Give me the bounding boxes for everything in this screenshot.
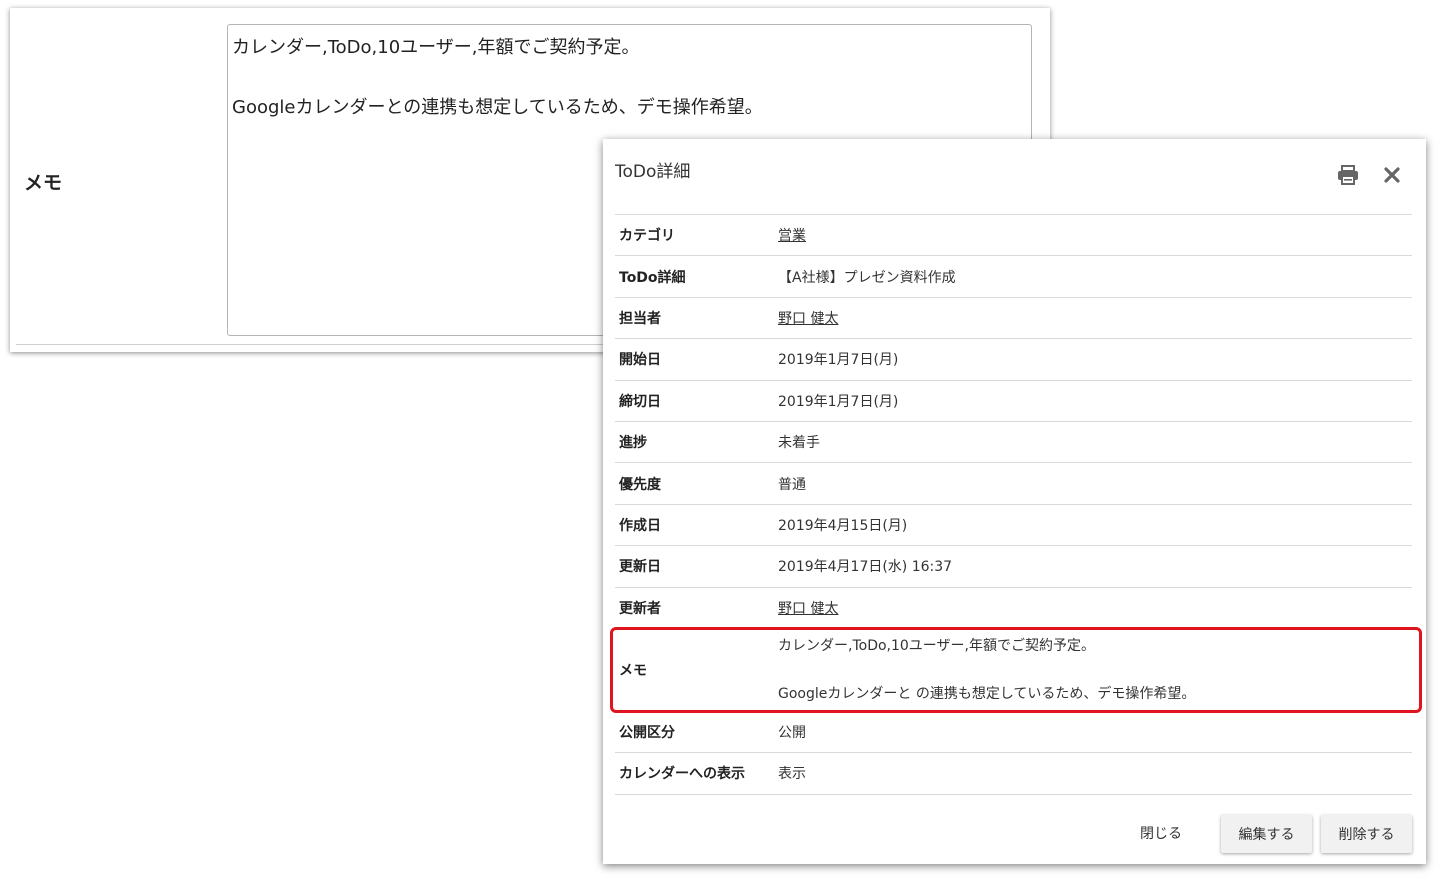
row-value: 2019年4月15日(月) xyxy=(778,517,908,534)
row-value: 公開 xyxy=(778,725,806,742)
detail-table: カテゴリ 営業 ToDo詳細 【A社様】プレゼン資料作成 担当者 野口 健太 開… xyxy=(615,214,1412,795)
row-label: 公開区分 xyxy=(619,725,675,742)
detail-row-memo: メモ カレンダー,ToDo,10ユーザー,年額でご契約予定。 Googleカレン… xyxy=(615,628,1412,711)
detail-row-progress: 進捗 未着手 xyxy=(615,421,1412,462)
row-value: 普通 xyxy=(778,476,806,493)
row-value: 2019年4月17日(水) 16:37 xyxy=(778,559,953,576)
detail-row-category: カテゴリ 営業 xyxy=(615,214,1412,256)
row-label: ToDo詳細 xyxy=(619,269,686,286)
row-value: 2019年1月7日(月) xyxy=(778,352,899,369)
detail-row-visibility: 公開区分 公開 xyxy=(615,711,1412,752)
detail-row-todo: ToDo詳細 【A社様】プレゼン資料作成 xyxy=(615,255,1412,297)
delete-button[interactable]: 削除する xyxy=(1321,815,1412,853)
row-label: 締切日 xyxy=(619,393,661,410)
detail-row-assignee: 担当者 野口 健太 xyxy=(615,297,1412,338)
dialog-title: ToDo詳細 xyxy=(615,162,691,182)
row-value: 2019年1月7日(月) xyxy=(778,393,899,410)
dialog-footer: 閉じる 編集する 削除する xyxy=(603,815,1426,855)
detail-row-start-date: 開始日 2019年1月7日(月) xyxy=(615,338,1412,380)
row-label: 進捗 xyxy=(619,435,647,452)
updater-link[interactable]: 野口 健太 xyxy=(778,601,838,617)
row-label: 作成日 xyxy=(619,517,661,534)
detail-row-updated: 更新日 2019年4月17日(水) 16:37 xyxy=(615,545,1412,587)
row-value: 表示 xyxy=(778,766,806,783)
row-label: 更新日 xyxy=(619,559,661,576)
row-label: カレンダーへの表示 xyxy=(619,766,745,783)
printer-icon[interactable] xyxy=(1336,163,1360,187)
close-button[interactable]: 閉じる xyxy=(1140,823,1182,843)
row-label: カテゴリ xyxy=(619,228,675,245)
row-label: 開始日 xyxy=(619,352,661,369)
detail-row-updater: 更新者 野口 健太 xyxy=(615,587,1412,628)
row-label: メモ xyxy=(619,662,647,679)
detail-row-created: 作成日 2019年4月15日(月) xyxy=(615,504,1412,545)
memo-value: カレンダー,ToDo,10ユーザー,年額でご契約予定。 Googleカレンダーと… xyxy=(778,637,1196,702)
memo-field-label: メモ xyxy=(24,172,63,194)
todo-detail-dialog: ToDo詳細 カテゴリ 営業 ToDo詳細 【A社様】プレゼン資料作成 担当者 xyxy=(603,139,1426,864)
row-value: 未着手 xyxy=(778,435,820,452)
close-icon[interactable] xyxy=(1380,163,1404,187)
detail-row-priority: 優先度 普通 xyxy=(615,462,1412,504)
category-link[interactable]: 営業 xyxy=(778,228,806,244)
assignee-link[interactable]: 野口 健太 xyxy=(778,311,838,327)
edit-button[interactable]: 編集する xyxy=(1221,815,1312,853)
detail-row-calendar-display: カレンダーへの表示 表示 xyxy=(615,752,1412,795)
row-label: 更新者 xyxy=(619,600,661,617)
row-label: 担当者 xyxy=(619,310,661,327)
detail-row-due-date: 締切日 2019年1月7日(月) xyxy=(615,380,1412,421)
row-value: 【A社様】プレゼン資料作成 xyxy=(778,269,956,286)
row-label: 優先度 xyxy=(619,476,661,493)
